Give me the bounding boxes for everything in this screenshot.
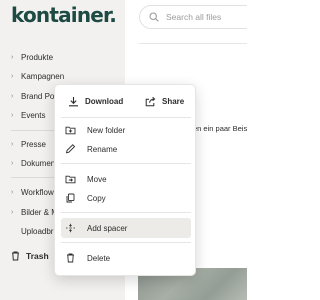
- context-menu: Download Share New folder Rename Move Co…: [54, 84, 196, 276]
- new-folder-label: New folder: [87, 125, 126, 135]
- copy-label: Copy: [87, 193, 106, 203]
- logo: kontainer.: [11, 3, 117, 27]
- sidebar-item-brand-portal[interactable]: › Brand Port: [11, 89, 59, 103]
- sidebar-item-label: Workflows: [21, 187, 58, 197]
- app-window: kontainer. › Produkte › Kampagnen › Bran…: [0, 0, 247, 300]
- sidebar-item-produkte[interactable]: › Produkte: [11, 50, 53, 64]
- rename-menu-item[interactable]: Rename: [61, 139, 191, 159]
- add-spacer-label: Add spacer: [87, 223, 128, 233]
- trash-icon: [67, 253, 74, 263]
- copy-icon: [66, 193, 75, 203]
- new-folder-menu-item[interactable]: New folder: [61, 120, 191, 140]
- search-placeholder: Search all files: [166, 12, 222, 22]
- menu-divider: [61, 212, 191, 213]
- download-button[interactable]: Download: [68, 92, 123, 110]
- sidebar-item-uploadbereich[interactable]: › Uploadbr: [11, 224, 53, 238]
- add-spacer-menu-item[interactable]: Add spacer: [61, 218, 191, 238]
- sidebar-item-label: Produkte: [21, 52, 54, 62]
- move-label: Move: [87, 174, 107, 184]
- menu-divider: [61, 242, 191, 243]
- share-button[interactable]: Share: [145, 92, 184, 110]
- spacer-icon: [66, 223, 75, 233]
- sidebar-item-label: Uploadbr: [21, 226, 54, 236]
- context-menu-header: Download Share: [55, 85, 197, 117]
- menu-divider: [61, 117, 191, 118]
- search-input[interactable]: Search all files: [139, 5, 247, 29]
- chevron-right-icon: ›: [11, 72, 14, 80]
- delete-label: Delete: [87, 253, 111, 263]
- chevron-right-icon: ›: [11, 53, 14, 61]
- chevron-right-icon: ›: [11, 111, 14, 119]
- sidebar-item-label: Presse: [21, 139, 46, 149]
- delete-menu-item[interactable]: Delete: [61, 248, 191, 268]
- body-text: en ein paar Beis: [193, 124, 247, 133]
- share-icon: [145, 96, 156, 106]
- share-label: Share: [162, 96, 185, 106]
- sidebar-item-events[interactable]: › Events: [11, 108, 45, 122]
- download-icon: [69, 96, 78, 106]
- chevron-right-icon: ›: [11, 92, 14, 100]
- sidebar-item-presse[interactable]: › Presse: [11, 137, 46, 151]
- sidebar-item-trash[interactable]: Trash: [11, 248, 49, 264]
- chevron-right-icon: ›: [11, 140, 14, 148]
- sidebar-item-label: Events: [21, 110, 46, 120]
- header-divider: [139, 43, 247, 44]
- sidebar-item-dokumente[interactable]: › Dokument: [11, 156, 57, 170]
- sidebar-item-kampagnen[interactable]: › Kampagnen: [11, 69, 64, 83]
- pencil-icon: [65, 144, 76, 154]
- chevron-right-icon: ›: [11, 188, 14, 196]
- sidebar-item-label: Dokument: [21, 158, 58, 168]
- download-label: Download: [85, 96, 124, 106]
- folder-move-icon: [65, 175, 76, 184]
- copy-menu-item[interactable]: Copy: [61, 188, 191, 208]
- sidebar-item-workflows[interactable]: › Workflows: [11, 185, 58, 199]
- sidebar-item-bilder-medien[interactable]: › Bilder & M: [11, 205, 58, 219]
- trash-icon: [12, 251, 19, 261]
- chevron-right-icon: ›: [11, 159, 14, 167]
- sidebar-item-label: Trash: [26, 251, 49, 261]
- search-icon: [149, 12, 159, 22]
- move-menu-item[interactable]: Move: [61, 169, 191, 189]
- sidebar-item-label: Kampagnen: [21, 71, 65, 81]
- rename-label: Rename: [87, 144, 118, 154]
- menu-divider: [61, 163, 191, 164]
- sidebar-item-label: Bilder & M: [21, 207, 58, 217]
- folder-plus-icon: [65, 126, 76, 135]
- chevron-right-icon: ›: [11, 208, 14, 216]
